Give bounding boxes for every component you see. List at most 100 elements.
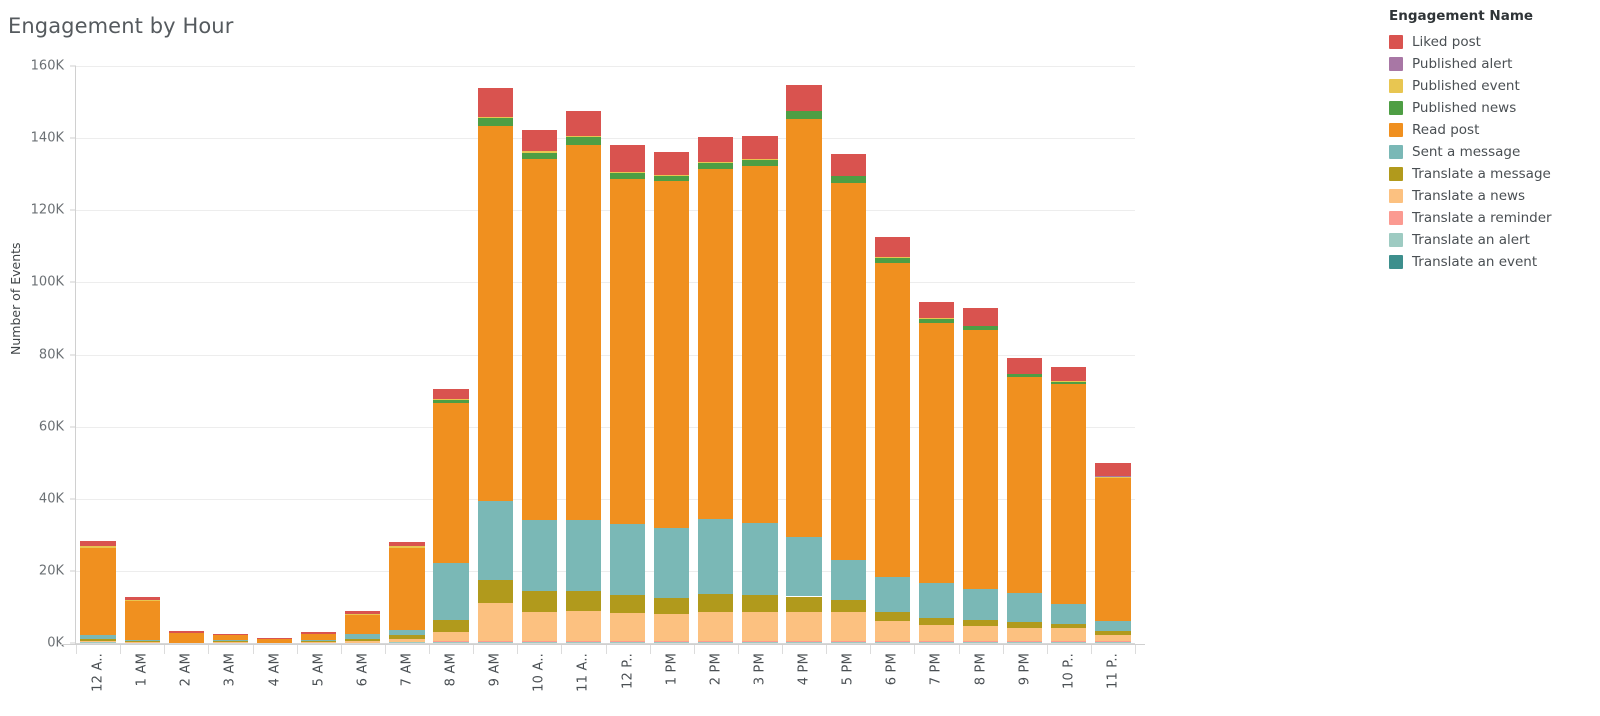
bar-segment[interactable] <box>521 641 557 643</box>
bar-segment[interactable] <box>345 634 381 640</box>
bar-segment[interactable] <box>301 641 337 643</box>
bar-segment[interactable] <box>389 641 425 643</box>
bar-segment[interactable] <box>1095 631 1131 635</box>
x-tick[interactable]: 6 AM <box>340 645 385 716</box>
bar-segment[interactable] <box>477 118 513 127</box>
bar-segment[interactable] <box>609 524 646 596</box>
legend-item[interactable]: Translate a message <box>1389 163 1594 185</box>
bar-segment[interactable] <box>918 617 955 625</box>
x-tick[interactable]: 1 PM <box>649 645 694 716</box>
bar-segment[interactable] <box>1051 384 1087 604</box>
bar-segment[interactable] <box>565 137 602 146</box>
bar-segment[interactable] <box>433 399 469 403</box>
bar-segment[interactable] <box>433 619 469 633</box>
bar-segment[interactable] <box>477 500 513 580</box>
legend-item[interactable]: Sent a message <box>1389 141 1594 163</box>
bar-segment[interactable] <box>786 596 822 612</box>
bar-segment[interactable] <box>609 178 646 524</box>
bar-segment[interactable] <box>521 151 557 153</box>
bar-segment[interactable] <box>609 613 646 642</box>
bar-segment[interactable] <box>565 145 602 520</box>
bar-segment[interactable] <box>477 640 513 643</box>
bar-segment[interactable] <box>389 547 425 631</box>
x-tick[interactable]: 11 P.. <box>1090 645 1135 716</box>
bar-segment[interactable] <box>212 635 249 641</box>
x-tick[interactable]: 3 PM <box>737 645 782 716</box>
bar-stack[interactable] <box>433 66 469 643</box>
bar-stack[interactable] <box>80 66 116 643</box>
bar-segment[interactable] <box>521 520 557 591</box>
bar-segment[interactable] <box>1007 641 1043 643</box>
bar-segment[interactable] <box>565 641 602 643</box>
bar-stack[interactable] <box>521 66 557 643</box>
bar-segment[interactable] <box>433 632 469 642</box>
bar-segment[interactable] <box>874 641 910 643</box>
x-tick[interactable]: 2 AM <box>164 645 208 716</box>
x-tick[interactable]: 8 AM <box>429 645 473 716</box>
bar-stack[interactable] <box>830 66 866 643</box>
legend-item[interactable]: Translate a news <box>1389 185 1594 207</box>
bar-segment[interactable] <box>918 319 955 324</box>
bar-segment[interactable] <box>698 519 734 595</box>
bar-segment[interactable] <box>654 181 690 529</box>
bar-segment[interactable] <box>609 595 646 614</box>
bar-segment[interactable] <box>345 614 381 616</box>
bar-segment[interactable] <box>433 402 469 563</box>
legend-item[interactable]: Liked post <box>1389 31 1594 53</box>
bar-segment[interactable] <box>477 602 513 641</box>
bar-segment[interactable] <box>1051 628 1087 642</box>
bar-segment[interactable] <box>80 635 116 639</box>
bar-segment[interactable] <box>1007 377 1043 593</box>
bar-segment[interactable] <box>1095 641 1131 643</box>
bar-segment[interactable] <box>786 641 822 643</box>
bar-segment[interactable] <box>301 634 337 641</box>
bar-segment[interactable] <box>698 641 734 643</box>
bar-segment[interactable] <box>80 546 116 548</box>
bar-stack[interactable] <box>1095 66 1131 643</box>
legend-item[interactable]: Published alert <box>1389 53 1594 75</box>
bar-segment[interactable] <box>565 519 602 591</box>
bar-segment[interactable] <box>345 610 381 615</box>
bar-segment[interactable] <box>962 326 999 330</box>
bar-segment[interactable] <box>389 541 425 547</box>
x-tick[interactable]: 7 PM <box>914 645 958 716</box>
bar-segment[interactable] <box>874 236 910 257</box>
bar-segment[interactable] <box>1007 374 1043 378</box>
legend-item[interactable]: Translate a reminder <box>1389 207 1594 229</box>
bar-segment[interactable] <box>742 165 778 524</box>
bar-segment[interactable] <box>698 169 734 520</box>
bar-stack[interactable] <box>301 66 337 643</box>
bar-segment[interactable] <box>962 588 999 620</box>
bar-segment[interactable] <box>521 159 557 521</box>
bar-segment[interactable] <box>124 597 160 601</box>
bar-segment[interactable] <box>477 117 513 119</box>
bar-segment[interactable] <box>345 615 381 635</box>
bar-stack[interactable] <box>1007 66 1043 643</box>
bar-segment[interactable] <box>433 641 469 643</box>
bar-segment[interactable] <box>521 129 557 152</box>
x-tick[interactable]: 2 PM <box>693 645 738 716</box>
bar-segment[interactable] <box>742 594 778 613</box>
legend-item[interactable]: Translate an alert <box>1389 229 1594 251</box>
bar-segment[interactable] <box>389 635 425 640</box>
x-tick[interactable]: 5 PM <box>826 645 870 716</box>
bar-segment[interactable] <box>830 153 866 176</box>
x-tick[interactable]: 1 AM <box>120 645 164 716</box>
bar-segment[interactable] <box>433 388 469 399</box>
bar-segment[interactable] <box>521 152 557 160</box>
x-tick[interactable]: 10 P.. <box>1046 645 1091 716</box>
bar-segment[interactable] <box>962 619 999 627</box>
bar-segment[interactable] <box>786 611 822 642</box>
bar-stack[interactable] <box>962 66 999 643</box>
bar-segment[interactable] <box>345 639 381 642</box>
bar-segment[interactable] <box>786 119 822 537</box>
bar-segment[interactable] <box>654 597 690 614</box>
legend-item[interactable]: Published news <box>1389 97 1594 119</box>
bar-segment[interactable] <box>786 536 822 597</box>
bar-segment[interactable] <box>742 159 778 166</box>
bar-segment[interactable] <box>565 610 602 642</box>
bar-segment[interactable] <box>1007 358 1043 374</box>
bar-segment[interactable] <box>1095 621 1131 632</box>
bar-segment[interactable] <box>168 632 204 643</box>
bar-segment[interactable] <box>1007 622 1043 628</box>
